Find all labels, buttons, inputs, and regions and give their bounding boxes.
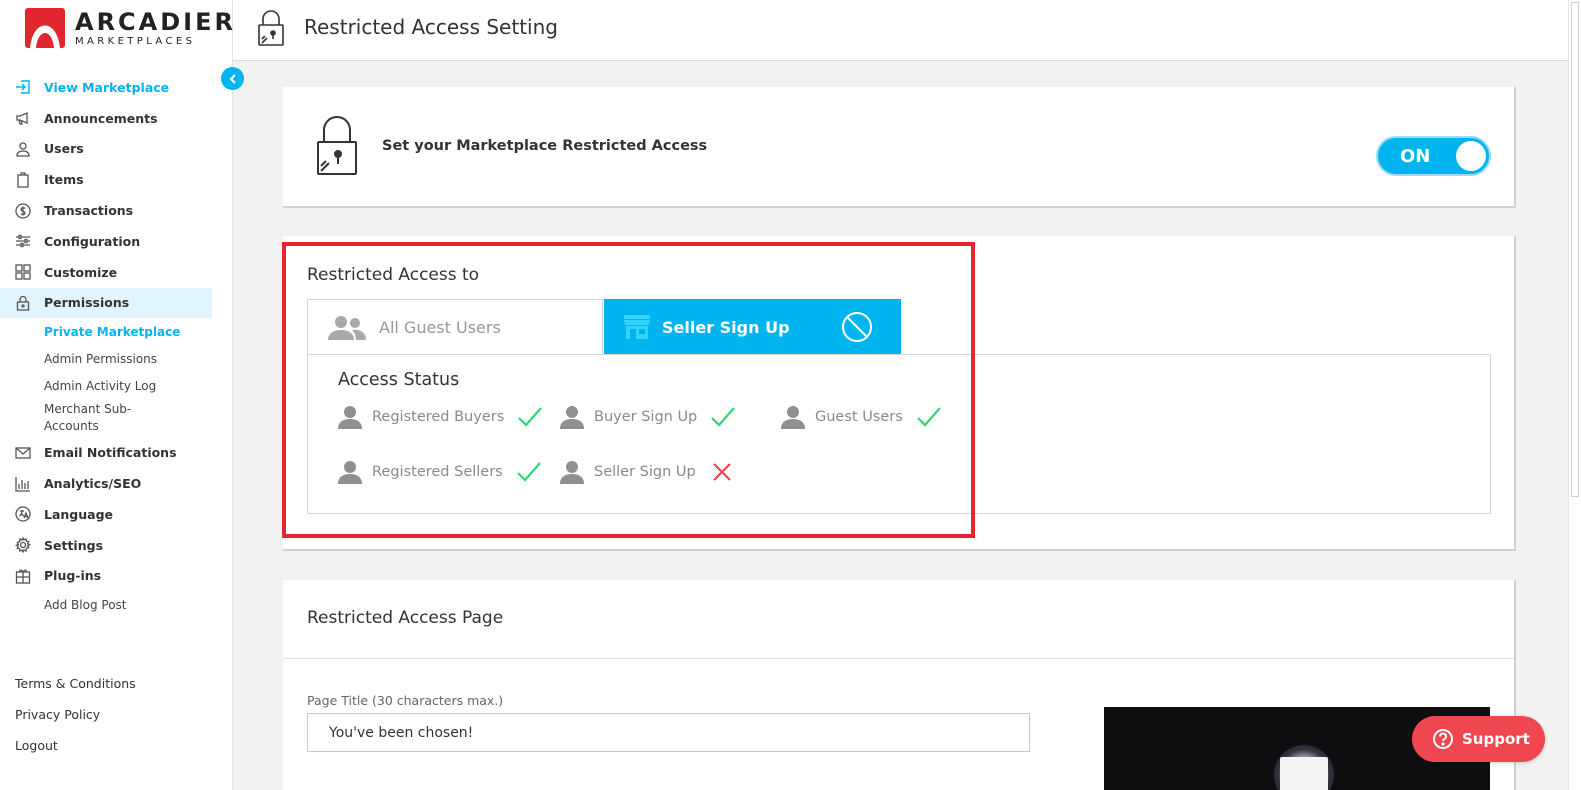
- chevron-left-icon: [229, 73, 236, 84]
- restricted-access-toggle[interactable]: ON: [1376, 136, 1491, 176]
- restricted-access-label: Set your Marketplace Restricted Access: [382, 138, 708, 154]
- user-icon: [15, 141, 31, 157]
- clipboard-icon: [15, 172, 31, 188]
- restricted-access-toggle-card: Set your Marketplace Restricted Access O…: [283, 87, 1516, 208]
- megaphone-icon: [15, 110, 31, 126]
- sidebar-item-items[interactable]: Items: [0, 164, 212, 195]
- bar-chart-icon: [15, 476, 31, 492]
- logo-mark-icon: [25, 8, 65, 48]
- sidebar-subitem-admin-permissions[interactable]: Admin Permissions: [0, 345, 212, 372]
- sidebar-item-plugins[interactable]: Plug-ins: [0, 561, 212, 592]
- sidebar-subitem-merchant-sub-accounts[interactable]: Merchant Sub-Accounts: [0, 399, 140, 437]
- sidebar-item-analytics-seo[interactable]: Analytics/SEO: [0, 468, 212, 499]
- sidebar-item-label: Plug-ins: [44, 568, 102, 584]
- sidebar-item-label: Users: [44, 141, 84, 157]
- sidebar-subitem-private-marketplace[interactable]: Private Marketplace: [0, 318, 212, 345]
- sliders-icon: [15, 233, 31, 249]
- restricted-access-page-heading: Restricted Access Page: [307, 608, 504, 628]
- dollar-icon: [15, 202, 31, 219]
- sidebar-item-label: Configuration: [44, 233, 141, 249]
- support-button[interactable]: Support: [1412, 716, 1545, 762]
- page-title: Restricted Access Setting: [304, 15, 558, 39]
- sidebar-collapse-button[interactable]: [221, 67, 244, 90]
- sidebar-item-customize[interactable]: Customize: [0, 257, 212, 288]
- sidebar-subitem-admin-activity-log[interactable]: Admin Activity Log: [0, 372, 212, 399]
- sidebar-item-label: Language: [44, 506, 114, 522]
- sidebar-item-configuration[interactable]: Configuration: [0, 226, 212, 257]
- sidebar-item-view-marketplace[interactable]: View Marketplace: [0, 72, 212, 103]
- logo-subtitle: MARKETPLACES: [75, 35, 196, 47]
- page-title-input[interactable]: [307, 713, 1030, 752]
- sidebar-item-language[interactable]: Language: [0, 499, 212, 530]
- sidebar-item-label: Analytics/SEO: [44, 476, 142, 492]
- sidebar-item-settings[interactable]: Settings: [0, 530, 212, 561]
- sidebar: ARCADIER MARKETPLACES View Marketplace A…: [0, 0, 233, 790]
- logo-name: ARCADIER: [75, 7, 236, 36]
- highlight-box: [282, 242, 975, 538]
- sidebar-item-announcements[interactable]: Announcements: [0, 103, 212, 134]
- sidebar-subitem-add-blog-post[interactable]: Add Blog Post: [0, 591, 212, 618]
- sidebar-item-users[interactable]: Users: [0, 134, 212, 165]
- logout-link[interactable]: Logout: [15, 730, 136, 761]
- grid-icon: [15, 264, 31, 280]
- page-header: Restricted Access Setting: [233, 0, 1568, 61]
- sidebar-item-permissions[interactable]: Permissions: [0, 287, 212, 319]
- sidebar-footer: Terms & Conditions Privacy Policy Logout: [15, 668, 136, 761]
- gear-icon: [15, 537, 31, 554]
- page-scrollbar[interactable]: [1568, 0, 1581, 790]
- sidebar-item-label: Permissions: [44, 295, 130, 311]
- sidebar-nav: View Marketplace Announcements Users Ite…: [0, 72, 212, 618]
- sidebar-item-transactions[interactable]: Transactions: [0, 195, 212, 226]
- sidebar-item-label: Announcements: [44, 110, 158, 126]
- sidebar-item-email-notifications[interactable]: Email Notifications: [0, 437, 212, 468]
- section-divider: [283, 658, 1514, 659]
- sidebar-item-label: Settings: [44, 537, 104, 553]
- toggle-state: ON: [1400, 146, 1431, 167]
- padlock-icon: [317, 116, 357, 175]
- plugin-icon: [15, 568, 31, 584]
- help-icon: [1433, 729, 1453, 749]
- scrollbar-thumb[interactable]: [1571, 2, 1579, 497]
- lock-icon: [258, 10, 284, 46]
- envelope-icon: [15, 445, 31, 461]
- sidebar-item-label: Customize: [44, 264, 118, 280]
- sidebar-item-label: Transactions: [44, 203, 134, 219]
- lock-icon: [15, 295, 31, 311]
- sidebar-item-label: View Marketplace: [44, 79, 170, 95]
- arcadier-logo[interactable]: ARCADIER MARKETPLACES: [25, 7, 236, 49]
- privacy-link[interactable]: Privacy Policy: [15, 699, 136, 730]
- page-title-label: Page Title (30 characters max.): [307, 693, 504, 708]
- translate-icon: [15, 506, 31, 523]
- sidebar-item-label: Email Notifications: [44, 445, 177, 461]
- enter-icon: [15, 79, 31, 95]
- preview-light-panel: [1280, 757, 1328, 790]
- sidebar-item-label: Items: [44, 172, 84, 188]
- support-label: Support: [1462, 730, 1530, 748]
- terms-link[interactable]: Terms & Conditions: [15, 668, 136, 699]
- toggle-knob: [1456, 141, 1486, 171]
- restricted-access-page-card: Restricted Access Page Page Title (30 ch…: [283, 580, 1516, 790]
